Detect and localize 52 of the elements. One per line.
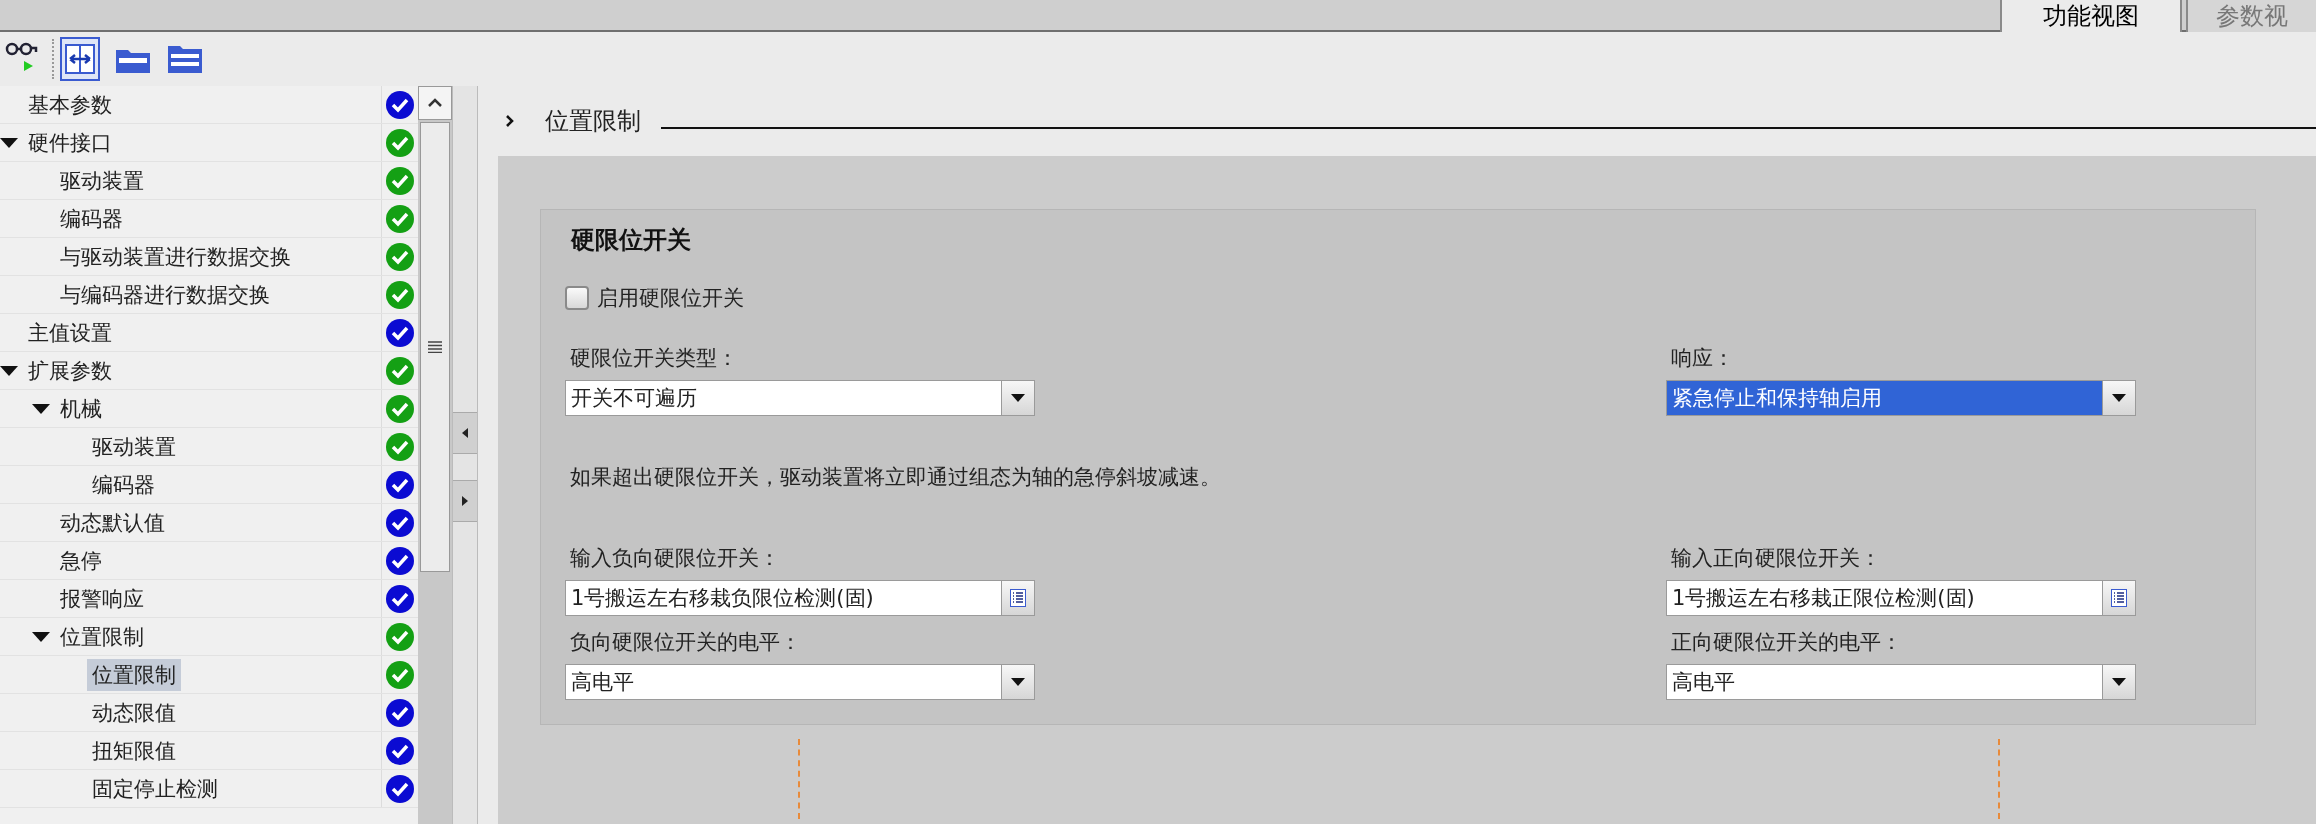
collapse-left-button[interactable] — [453, 412, 477, 454]
tree-item[interactable]: 驱动装置 — [55, 164, 149, 197]
tree-item[interactable]: 动态限值 — [87, 696, 181, 729]
tree-item[interactable]: 编码器 — [87, 468, 160, 501]
tree-item[interactable]: 动态默认值 — [55, 506, 170, 539]
tree-item[interactable]: 位置限制 — [55, 620, 149, 653]
tree-item[interactable]: 报警响应 — [55, 582, 149, 615]
field-label: 输入负向硬限位开关： — [570, 545, 781, 572]
field-label: 正向硬限位开关的电平： — [1671, 629, 1903, 656]
field-label: 响应： — [1671, 345, 1735, 372]
view-tab[interactable]: 功能视图 — [2000, 0, 2182, 32]
scroll-up-button[interactable] — [418, 86, 452, 120]
dropdown[interactable]: 开关不可遍历 — [565, 380, 1035, 416]
tree-item[interactable]: 扩展参数 — [23, 354, 117, 387]
tree-item[interactable]: 主值设置 — [23, 316, 117, 349]
dropdown[interactable]: 高电平 — [1666, 664, 2136, 700]
tree-item[interactable]: 硬件接口 — [23, 126, 117, 159]
tree-item[interactable]: 固定停止检测 — [87, 772, 223, 805]
checkbox[interactable] — [565, 286, 589, 310]
info-text: 如果超出硬限位开关，驱动装置将立即通过组态为轴的急停斜坡减速。 — [570, 464, 1222, 491]
tree-item[interactable]: 与驱动装置进行数据交换 — [55, 240, 296, 273]
field-label: 负向硬限位开关的电平： — [570, 629, 802, 656]
scrollbar-thumb[interactable] — [420, 122, 450, 572]
list-icon[interactable] — [1001, 581, 1034, 615]
expand-arrow-icon[interactable] — [0, 365, 18, 376]
dropdown[interactable]: 紧急停止和保持轴启用 — [1666, 380, 2136, 416]
caret-up-icon[interactable] — [427, 98, 443, 108]
tree-item[interactable]: 急停 — [55, 544, 107, 577]
tree-item[interactable]: 驱动装置 — [87, 430, 181, 463]
dropdown[interactable]: 高电平 — [565, 664, 1035, 700]
input-field[interactable]: 1号搬运左右移栽正限位检测(固) — [1666, 580, 2136, 616]
arrow-right-icon[interactable] — [461, 495, 469, 507]
list-icon[interactable] — [2102, 581, 2135, 615]
expand-right-button[interactable] — [453, 480, 477, 522]
split-view-button[interactable] — [60, 37, 100, 81]
expand-arrow-icon[interactable] — [32, 403, 50, 414]
tree-item[interactable]: 基本参数 — [23, 88, 117, 121]
tree-item[interactable]: 编码器 — [55, 202, 128, 235]
input-field[interactable]: 1号搬运左右移栽负限位检测(固) — [565, 580, 1035, 616]
expand-arrow-icon[interactable] — [32, 631, 50, 642]
field-label: 输入正向硬限位开关： — [1671, 545, 1882, 572]
chevron-icon[interactable] — [505, 115, 515, 127]
tree-item[interactable]: 扭矩限值 — [87, 734, 181, 767]
group-title: 硬限位开关 — [571, 225, 692, 256]
tree-item[interactable]: 位置限制 — [87, 658, 181, 691]
arrow-left-icon[interactable] — [461, 427, 469, 439]
tree-item[interactable]: 机械 — [55, 392, 107, 425]
section-title: 位置限制 — [545, 106, 641, 137]
field-label: 硬限位开关类型： — [570, 345, 739, 372]
checkbox-label: 启用硬限位开关 — [597, 285, 744, 312]
expand-arrow-icon[interactable] — [0, 137, 18, 148]
tree-item[interactable]: 与编码器进行数据交换 — [55, 278, 275, 311]
